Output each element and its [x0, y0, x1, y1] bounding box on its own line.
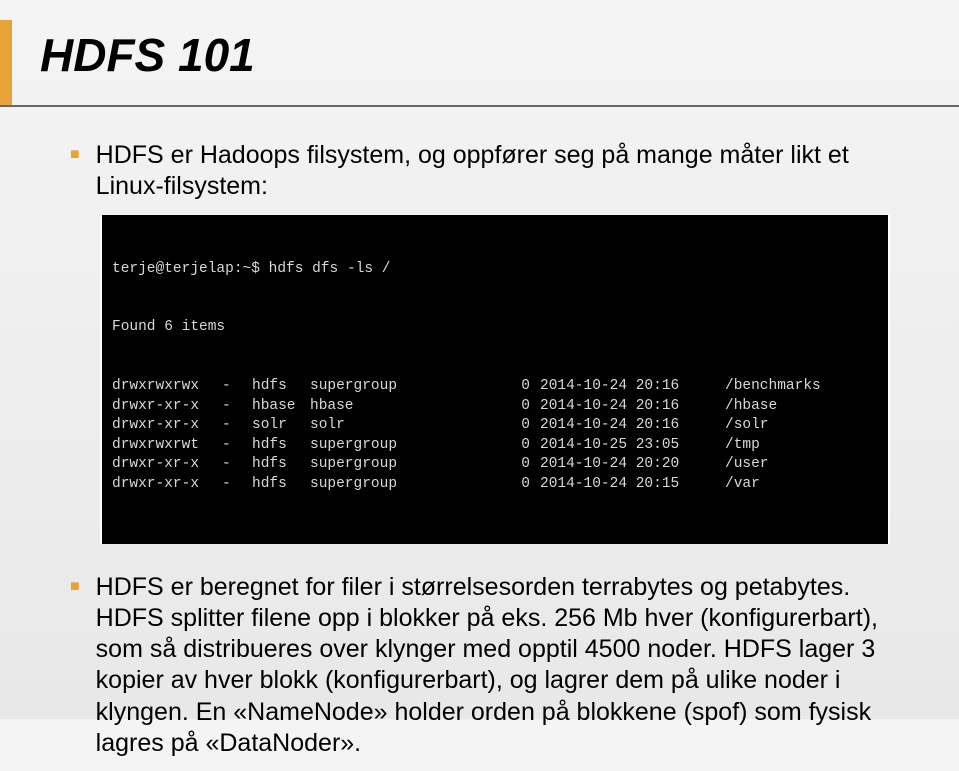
terminal-row: drwxr-xr-x-hdfssupergroup02014-10-24 20:… — [112, 475, 878, 495]
terminal-prompt: terje@terjelap:~$ hdfs dfs -ls / — [112, 260, 878, 280]
slide-content: ■ HDFS er Hadoops filsystem, og oppfører… — [70, 140, 909, 771]
terminal-output: terje@terjelap:~$ hdfs dfs -ls / Found 6… — [100, 215, 890, 544]
terminal-row: drwxr-xr-x-hdfssupergroup02014-10-24 20:… — [112, 455, 878, 475]
bullet-text-2: HDFS er beregnet for filer i størrelseso… — [96, 572, 909, 760]
bullet-text-1: HDFS er Hadoops filsystem, og oppfører s… — [96, 140, 909, 203]
bullet-icon: ■ — [70, 578, 80, 596]
accent-bar — [0, 20, 12, 105]
terminal-row: drwxrwxrwx-hdfssupergroup02014-10-24 20:… — [112, 377, 878, 397]
bullet-icon: ■ — [70, 146, 80, 164]
bullet-item: ■ HDFS er beregnet for filer i størrelse… — [70, 572, 909, 760]
slide-title: HDFS 101 — [40, 28, 255, 82]
terminal-row: drwxr-xr-x-solrsolr02014-10-24 20:16/sol… — [112, 416, 878, 436]
terminal-row: drwxr-xr-x-hbasehbase02014-10-24 20:16/h… — [112, 397, 878, 417]
bullet-item: ■ HDFS er Hadoops filsystem, og oppfører… — [70, 140, 909, 203]
terminal-found: Found 6 items — [112, 318, 878, 338]
terminal-row: drwxrwxrwt-hdfssupergroup02014-10-25 23:… — [112, 436, 878, 456]
divider-line — [0, 105, 959, 107]
